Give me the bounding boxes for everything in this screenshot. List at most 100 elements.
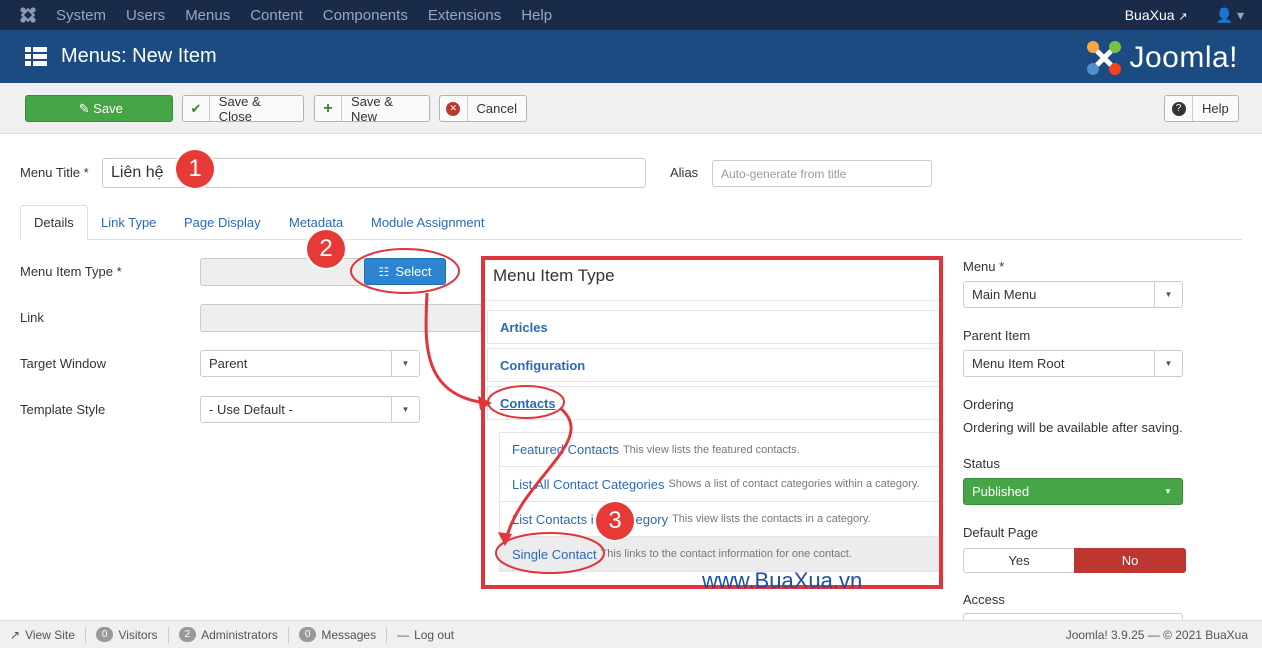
step-badge-2: 2 bbox=[307, 230, 345, 268]
menu-item-type-modal: Menu Item Type Articles Configuration Co… bbox=[481, 256, 943, 589]
page-title: Menus: New Item bbox=[61, 45, 217, 67]
item-desc: This view lists the contacts in a catego… bbox=[672, 513, 871, 525]
admins-badge: 2 bbox=[178, 627, 197, 642]
group-configuration[interactable]: Configuration bbox=[487, 348, 939, 382]
tab-details[interactable]: Details bbox=[20, 205, 88, 240]
caret-down-icon: ▼ bbox=[391, 351, 419, 376]
nav-components[interactable]: Components bbox=[323, 7, 408, 24]
access-label: Access bbox=[963, 592, 1005, 607]
toolbar: ✎ Save ✔ Save & Close + Save & New ✕ Can… bbox=[0, 83, 1262, 134]
minus-icon: — bbox=[397, 627, 410, 642]
cancel-button[interactable]: ✕ Cancel bbox=[439, 95, 527, 122]
save-close-button[interactable]: ✔ Save & Close bbox=[182, 93, 304, 124]
menu-item-type-label: Menu Item Type * bbox=[20, 264, 122, 279]
template-style-value: - Use Default - bbox=[209, 402, 293, 417]
ordering-label: Ordering bbox=[963, 397, 1014, 412]
watermark: www.BuaXua.vn bbox=[702, 568, 863, 593]
help-icon: ? bbox=[1165, 96, 1193, 121]
parent-item-label: Parent Item bbox=[963, 328, 1031, 343]
visitors-link[interactable]: 0 Visitors bbox=[86, 626, 169, 643]
status-label: Status bbox=[963, 456, 1000, 471]
top-navbar: System Users Menus Content Components Ex… bbox=[0, 0, 1262, 30]
menu-select[interactable]: Main Menu ▼ bbox=[963, 281, 1183, 308]
menu-label: Menu * bbox=[963, 259, 1005, 274]
list-item[interactable]: List All Contact Categories Shows a list… bbox=[499, 467, 939, 502]
cancel-label: Cancel bbox=[476, 101, 517, 116]
caret-down-icon: ▼ bbox=[1154, 282, 1182, 307]
step-badge-3: 3 bbox=[596, 502, 634, 540]
save-new-button[interactable]: + Save & New bbox=[314, 93, 430, 124]
menu-title-label: Menu Title * bbox=[20, 165, 89, 180]
menu-title-value: Liên hệ bbox=[111, 164, 164, 181]
status-bar: ↗ View Site 0 Visitors 2 Administrators 0 Me… bbox=[0, 620, 1262, 648]
cancel-icon: ✕ bbox=[440, 96, 468, 121]
administrators-link[interactable]: 2 Administrators bbox=[169, 626, 289, 643]
external-link-icon: ↗ bbox=[1178, 11, 1188, 23]
tab-bar: Details Link Type Page Display Metadata … bbox=[20, 205, 1242, 240]
nav-content[interactable]: Content bbox=[250, 7, 303, 24]
modal-divider bbox=[485, 300, 939, 301]
list-icon: ☷ bbox=[378, 264, 390, 279]
site-name: BuaXua bbox=[1124, 7, 1175, 23]
group-articles[interactable]: Articles bbox=[487, 310, 939, 344]
item-name: List Contacts in a Category bbox=[512, 511, 669, 527]
save-close-label: Save & Close bbox=[218, 93, 261, 124]
nav-users[interactable]: Users bbox=[126, 7, 165, 24]
caret-down-icon: ▼ bbox=[1154, 351, 1182, 376]
save-new-label: Save & New bbox=[351, 93, 393, 124]
tab-module-assignment[interactable]: Module Assignment bbox=[358, 205, 497, 240]
status-select[interactable]: Published ▼ bbox=[963, 478, 1183, 505]
save-button[interactable]: ✎ Save bbox=[25, 95, 173, 122]
messages-label: Messages bbox=[321, 627, 377, 642]
nav-system[interactable]: System bbox=[56, 7, 106, 24]
visitors-badge: 0 bbox=[95, 627, 114, 642]
messages-link[interactable]: 0 Messages bbox=[289, 626, 388, 643]
logout-label: Log out bbox=[414, 627, 455, 642]
menu-value: Main Menu bbox=[972, 287, 1037, 302]
nav-extensions[interactable]: Extensions bbox=[428, 7, 501, 24]
help-button[interactable]: ? Help bbox=[1164, 95, 1239, 122]
view-site-link[interactable]: ↗ View Site bbox=[0, 626, 86, 643]
site-link[interactable]: BuaXua ↗ bbox=[1125, 7, 1188, 23]
template-style-select[interactable]: - Use Default - ▼ bbox=[200, 396, 420, 423]
brand-word: Joomla! bbox=[1129, 41, 1238, 74]
item-desc: This view lists the featured contacts. bbox=[622, 443, 800, 456]
target-window-select[interactable]: Parent ▼ bbox=[200, 350, 420, 377]
nav-menus[interactable]: Menus bbox=[185, 7, 230, 24]
default-page-yes-button[interactable]: Yes bbox=[963, 548, 1075, 573]
select-type-button[interactable]: ☷ Select bbox=[364, 258, 446, 285]
alias-input[interactable]: Auto-generate from title bbox=[712, 160, 932, 187]
item-desc: Shows a list of contact categories withi… bbox=[668, 478, 920, 490]
help-label: Help bbox=[1202, 101, 1229, 116]
nav-help[interactable]: Help bbox=[521, 7, 552, 24]
joomla-brand: Joomla! bbox=[1085, 39, 1238, 77]
joomla-logo-icon[interactable] bbox=[0, 6, 56, 24]
item-name: Single Contact bbox=[512, 546, 597, 562]
admins-label: Administrators bbox=[201, 627, 278, 642]
user-menu-icon[interactable]: 👤 ▾ bbox=[1216, 7, 1244, 24]
list-icon bbox=[25, 46, 47, 67]
tab-page-display[interactable]: Page Display bbox=[171, 205, 274, 240]
status-value: Published bbox=[972, 484, 1030, 499]
parent-item-value: Menu Item Root bbox=[972, 356, 1065, 371]
menu-item-type-input bbox=[200, 258, 370, 286]
item-name: List All Contact Categories bbox=[512, 476, 665, 492]
select-button-label: Select bbox=[395, 264, 432, 279]
edit-icon: ✎ bbox=[78, 100, 90, 116]
alias-placeholder: Auto-generate from title bbox=[721, 166, 847, 181]
group-contacts[interactable]: Contacts bbox=[487, 386, 939, 420]
default-page-no-button[interactable]: No bbox=[1074, 548, 1186, 573]
target-window-value: Parent bbox=[209, 356, 248, 371]
save-label: Save bbox=[93, 101, 123, 116]
list-item[interactable]: List Contacts in a Category This view li… bbox=[499, 502, 939, 537]
plus-icon: + bbox=[315, 96, 343, 121]
parent-item-select[interactable]: Menu Item Root ▼ bbox=[963, 350, 1183, 377]
tab-link-type[interactable]: Link Type bbox=[88, 205, 169, 240]
caret-down-icon: ▼ bbox=[391, 397, 419, 422]
logout-link[interactable]: — Log out bbox=[387, 627, 464, 643]
list-item[interactable]: Featured Contacts This view lists the fe… bbox=[499, 432, 939, 467]
list-item[interactable]: Single Contact This links to the contact… bbox=[499, 537, 939, 572]
alias-label: Alias bbox=[670, 165, 699, 180]
modal-title: Menu Item Type bbox=[493, 266, 615, 285]
default-page-label: Default Page bbox=[963, 525, 1039, 540]
